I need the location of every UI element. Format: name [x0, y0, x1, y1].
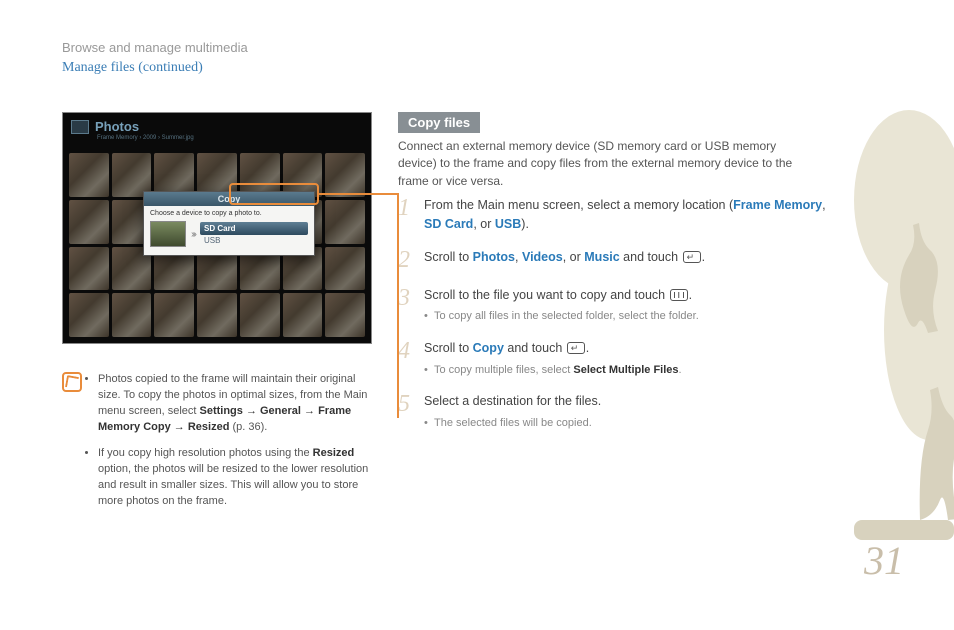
note-list: Photos copied to the frame will maintain…	[98, 372, 376, 520]
step-sub: To copy multiple files, select Select Mu…	[424, 362, 828, 379]
dialog-option-selected: SD Card	[200, 222, 308, 235]
chevron-icon: ›››	[191, 229, 195, 240]
breadcrumb: Browse and manage multimedia	[62, 40, 248, 55]
step-4: 4 Scroll to Copy and touch . To copy mul…	[398, 339, 828, 378]
step-5: 5 Select a destination for the files. Th…	[398, 392, 828, 431]
screenshot-title: Photos	[95, 119, 139, 134]
section-heading: Copy files	[398, 112, 480, 133]
device-screenshot: Photos Frame Memory › 2009 › Summer.jpg …	[62, 112, 372, 344]
dialog-option: USB	[200, 235, 308, 246]
enter-icon	[683, 251, 701, 263]
dialog-title: Copy	[144, 192, 314, 206]
step-list: 1 From the Main menu screen, select a me…	[398, 196, 828, 445]
step-3: 3 Scroll to the file you want to copy an…	[398, 286, 828, 325]
dialog-prompt: Choose a device to copy a photo to.	[150, 210, 308, 217]
section-intro: Connect an external memory device (SD me…	[398, 138, 818, 190]
step-number: 4	[398, 339, 414, 378]
step-sub: To copy all files in the selected folder…	[424, 308, 828, 325]
note-item: Photos copied to the frame will maintain…	[98, 372, 376, 436]
dialog-thumbnail	[150, 221, 186, 247]
step-number: 5	[398, 392, 414, 431]
photos-app-icon	[71, 120, 89, 134]
enter-icon	[567, 342, 585, 354]
page-number: 31	[864, 537, 904, 584]
note-icon	[62, 372, 82, 392]
screenshot-path: Frame Memory › 2009 › Summer.jpg	[97, 135, 194, 141]
page-subtitle: Manage files (continued)	[62, 60, 203, 76]
step-sub: The selected files will be copied.	[424, 415, 828, 432]
menu-icon	[670, 289, 688, 301]
copy-dialog: Copy Choose a device to copy a photo to.…	[143, 191, 315, 256]
step-number: 1	[398, 196, 414, 234]
step-number: 2	[398, 248, 414, 272]
step-1: 1 From the Main menu screen, select a me…	[398, 196, 828, 234]
step-number: 3	[398, 286, 414, 325]
note-item: If you copy high resolution photos using…	[98, 446, 376, 510]
step-2: 2 Scroll to Photos, Videos, or Music and…	[398, 248, 828, 272]
